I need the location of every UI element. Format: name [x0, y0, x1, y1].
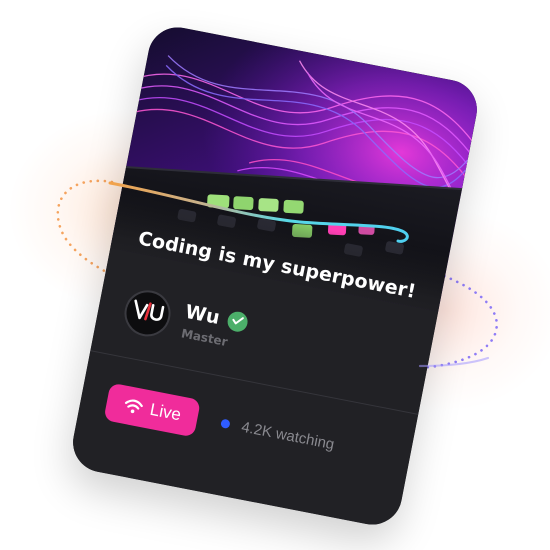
live-button-label: Live	[148, 399, 183, 425]
vu-logo-icon	[129, 296, 166, 331]
author-info: Wu Master	[180, 301, 250, 352]
author-name[interactable]: Wu	[183, 301, 221, 329]
avatar[interactable]	[120, 286, 175, 341]
wifi-icon	[122, 397, 145, 417]
verified-badge	[226, 310, 250, 334]
check-icon	[230, 312, 245, 332]
viewer-dot-icon	[220, 418, 231, 430]
promo-stage: Coding is my superpower! Wu Master Live …	[0, 0, 550, 550]
